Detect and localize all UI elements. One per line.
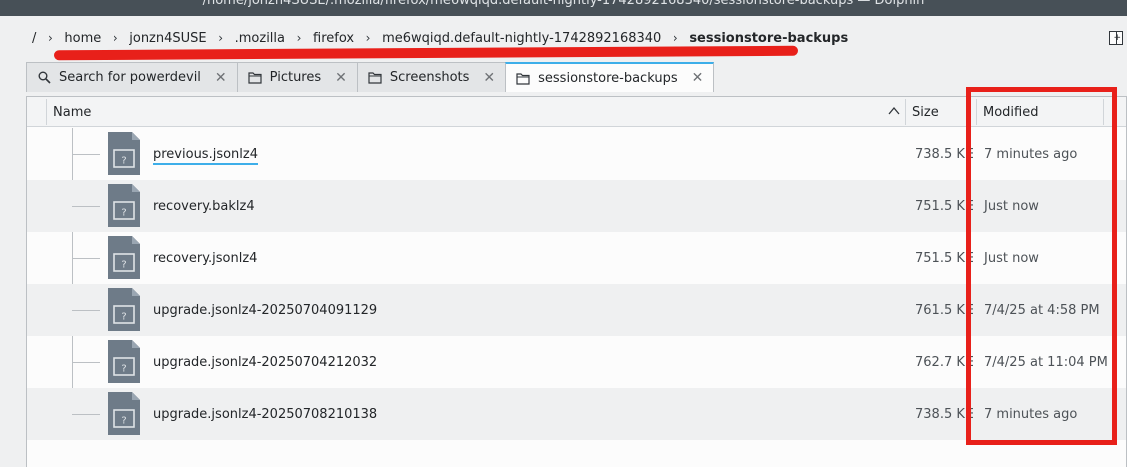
table-row[interactable]: ? recovery.baklz4 751.5 KiB Just now (27, 180, 1126, 232)
window-titlebar: /home/jonzn4SUSE/.mozilla/firefox/me6wqi… (0, 0, 1127, 16)
split-view-button[interactable]: + (1109, 31, 1123, 45)
file-list-view[interactable]: Name Size Modified ? previous.jsonlz4 738.… (26, 96, 1127, 467)
tab-pictures[interactable]: Pictures ✕ (236, 62, 357, 92)
close-icon[interactable]: ✕ (335, 70, 347, 86)
tab-label: Search for powerdevil (59, 70, 201, 85)
chevron-right-icon[interactable]: › (667, 31, 683, 45)
svg-text:?: ? (121, 260, 126, 271)
breadcrumb-item-home[interactable]: home (58, 31, 107, 46)
file-size: 762.7 KiB (915, 354, 973, 370)
svg-text:?: ? (121, 312, 126, 323)
chevron-right-icon[interactable]: › (107, 31, 123, 45)
unknown-file-icon: ? (108, 340, 140, 383)
chevron-right-icon[interactable]: › (42, 31, 58, 45)
svg-text:?: ? (121, 416, 126, 427)
file-list: ? previous.jsonlz4 738.5 KiB 7 minutes ago?… (27, 128, 1126, 440)
folder-icon (516, 71, 530, 85)
file-size: 751.5 KiB (915, 198, 973, 214)
column-header-name[interactable]: Name (46, 97, 906, 127)
window-title: /home/jonzn4SUSE/.mozilla/firefox/me6wqi… (202, 0, 925, 8)
tree-branch (72, 362, 100, 363)
breadcrumb-item-user[interactable]: jonzn4SUSE (123, 31, 212, 46)
close-icon[interactable]: ✕ (692, 70, 704, 86)
folder-icon (248, 71, 262, 85)
tab-bar: Search for powerdevil ✕ Pictures ✕ Scree… (26, 62, 1127, 92)
folder-icon (368, 71, 382, 85)
breadcrumb-item-mozilla[interactable]: .mozilla (229, 31, 291, 46)
file-name[interactable]: recovery.jsonlz4 (153, 232, 257, 284)
svg-text:?: ? (121, 208, 126, 219)
column-header: Name Size Modified (27, 97, 1126, 127)
tab-label: Screenshots (389, 70, 470, 85)
unknown-file-icon: ? (108, 184, 140, 227)
tree-branch (72, 206, 100, 207)
tab-label: Pictures (269, 70, 322, 85)
table-row[interactable]: ? upgrade.jsonlz4-20250704212032 762.7 KiB… (27, 336, 1126, 388)
breadcrumb-root[interactable]: / (26, 31, 42, 46)
split-view-icon (1116, 32, 1117, 44)
table-row[interactable]: ? upgrade.jsonlz4-20250704091129 761.5 KiB… (27, 284, 1126, 336)
chevron-right-icon[interactable]: › (360, 31, 376, 45)
unknown-file-icon: ? (108, 132, 140, 175)
chevron-up-icon (888, 106, 900, 115)
close-icon[interactable]: ✕ (483, 70, 495, 86)
close-icon[interactable]: ✕ (215, 70, 227, 86)
table-row[interactable]: ? previous.jsonlz4 738.5 KiB 7 minutes ago (27, 128, 1126, 180)
file-size: 738.5 KiB (915, 146, 973, 162)
table-row[interactable]: ? upgrade.jsonlz4-20250708210138 738.5 KiB… (27, 388, 1126, 440)
tab-screenshots[interactable]: Screenshots ✕ (356, 62, 506, 92)
chevron-right-icon[interactable]: › (291, 31, 307, 45)
unknown-file-icon: ? (108, 236, 140, 279)
breadcrumb-item-firefox[interactable]: firefox (307, 31, 360, 46)
breadcrumb-item-profile[interactable]: me6wqiqd.default-nightly-1742892168340 (376, 31, 667, 46)
file-size: 738.5 KiB (915, 406, 973, 422)
file-name[interactable]: recovery.baklz4 (153, 180, 255, 232)
annotation-box (966, 87, 1117, 445)
chevron-right-icon[interactable]: › (213, 31, 229, 45)
unknown-file-icon: ? (108, 288, 140, 331)
file-size: 751.5 KiB (915, 250, 973, 266)
tree-branch (72, 414, 100, 415)
file-name[interactable]: upgrade.jsonlz4-20250704091129 (153, 284, 377, 336)
file-size: 761.5 KiB (915, 302, 973, 318)
tab-label: sessionstore-backups (538, 70, 678, 86)
tree-branch (72, 310, 100, 311)
file-name[interactable]: previous.jsonlz4 (153, 128, 258, 180)
unknown-file-icon: ? (108, 392, 140, 435)
file-name[interactable]: upgrade.jsonlz4-20250704212032 (153, 336, 377, 388)
svg-text:?: ? (121, 364, 126, 375)
tree-branch (72, 154, 100, 155)
svg-text:?: ? (121, 156, 126, 167)
search-icon (37, 71, 51, 85)
tab-search-powerdevil[interactable]: Search for powerdevil ✕ (26, 62, 237, 92)
table-row[interactable]: ? recovery.jsonlz4 751.5 KiB Just now (27, 232, 1126, 284)
tree-branch (72, 258, 100, 259)
plus-icon: + (1113, 33, 1121, 43)
file-name[interactable]: upgrade.jsonlz4-20250708210138 (153, 388, 377, 440)
breadcrumb-item-current[interactable]: sessionstore-backups (683, 31, 854, 46)
tab-sessionstore-backups[interactable]: sessionstore-backups ✕ (505, 62, 715, 92)
